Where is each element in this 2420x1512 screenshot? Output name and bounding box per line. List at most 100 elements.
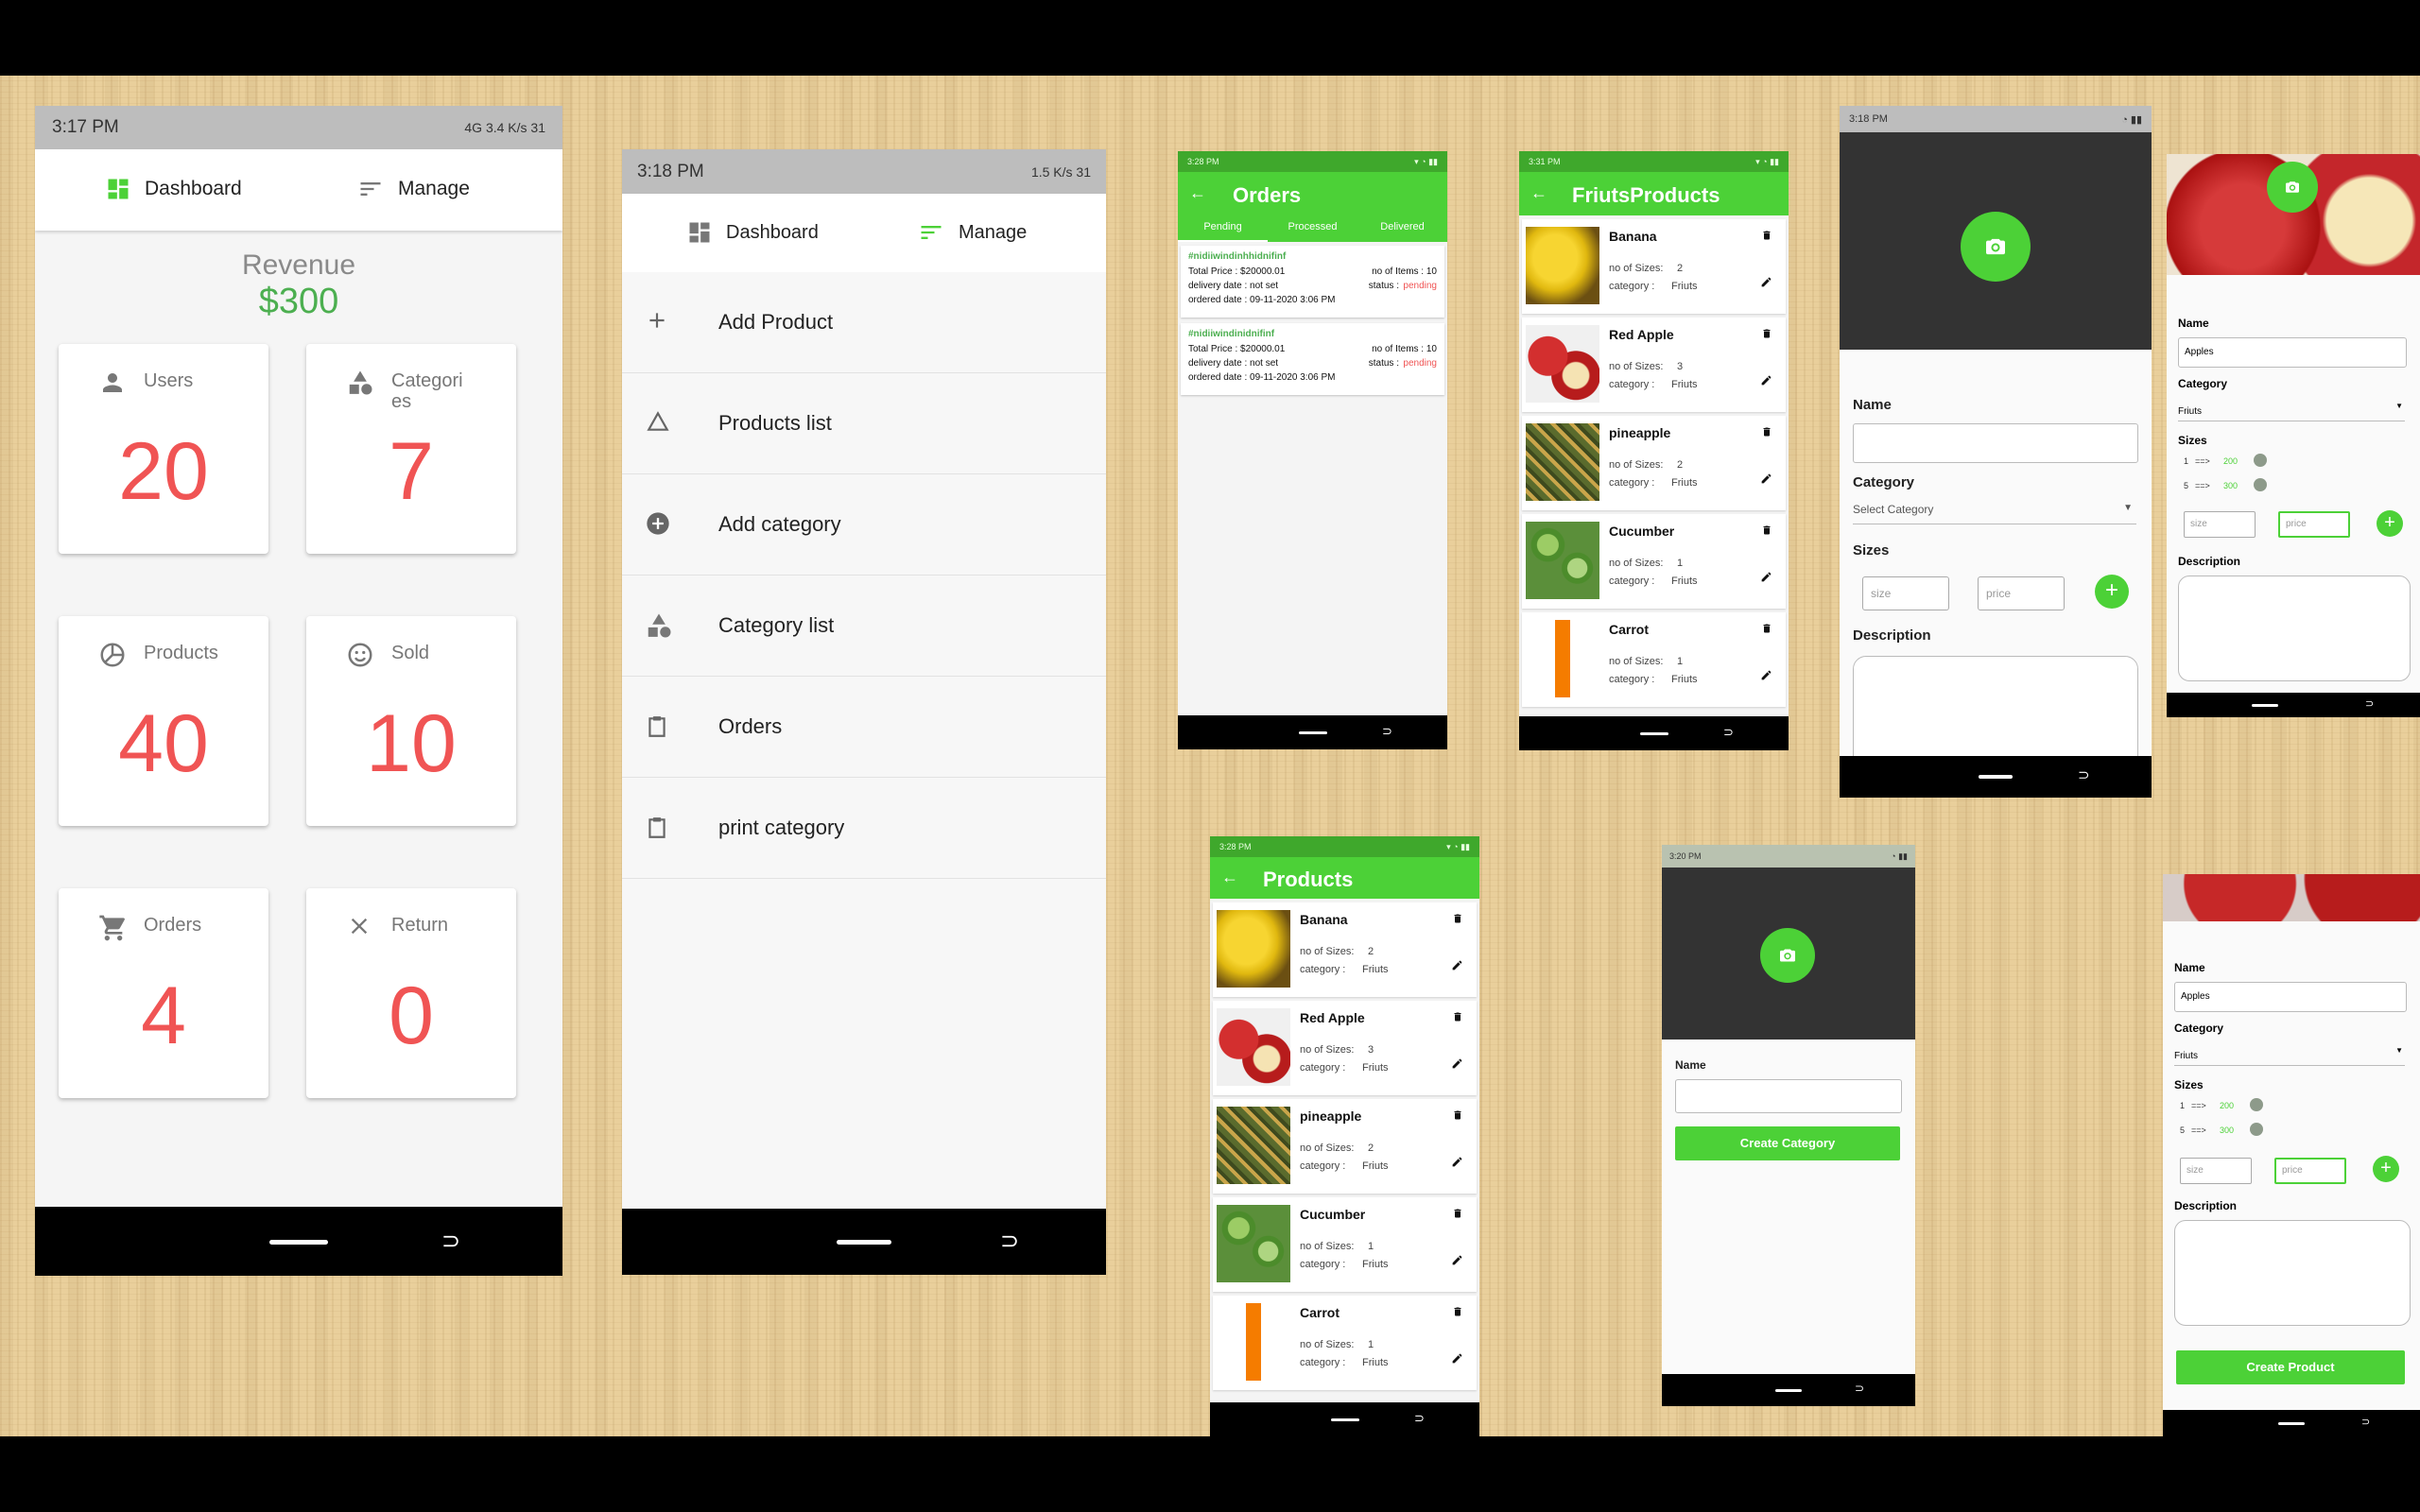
price-input[interactable]: price <box>2274 1158 2346 1184</box>
edit-icon[interactable] <box>1760 472 1772 485</box>
edit-icon[interactable] <box>1760 276 1772 288</box>
product-row[interactable]: Banana no of Sizes: 2 category : Friuts <box>1522 219 1786 314</box>
name-field[interactable]: Apples <box>2178 337 2407 368</box>
home-pill[interactable] <box>837 1240 891 1245</box>
remove-size-button[interactable] <box>2250 1123 2263 1136</box>
home-pill[interactable] <box>2278 1422 2305 1425</box>
delete-icon[interactable] <box>1761 327 1772 340</box>
back-gesture-icon[interactable]: ⊃ <box>441 1228 460 1255</box>
tab-pending[interactable]: Pending <box>1178 214 1268 242</box>
tab-processed[interactable]: Processed <box>1268 214 1357 242</box>
edit-icon[interactable] <box>1451 1254 1463 1266</box>
manage-menu-item[interactable]: Products list <box>622 373 1106 474</box>
stat-card[interactable]: Categori es 7 <box>306 344 516 554</box>
stat-card[interactable]: Return 0 <box>306 888 516 1098</box>
add-size-button[interactable]: + <box>2377 510 2403 537</box>
camera-button[interactable] <box>2267 162 2318 213</box>
delete-icon[interactable] <box>1761 229 1772 242</box>
back-arrow-icon[interactable]: ← <box>1189 183 1206 203</box>
back-arrow-icon[interactable]: ← <box>1530 183 1547 203</box>
tab-dashboard[interactable]: Dashboard <box>686 219 819 246</box>
product-row[interactable]: pineapple no of Sizes: 2 category : Friuts <box>1522 416 1786 510</box>
product-row[interactable]: Cucumber no of Sizes: 1 category : Friuts <box>1522 514 1786 609</box>
home-pill[interactable] <box>1775 1389 1802 1392</box>
remove-size-button[interactable] <box>2254 454 2267 467</box>
delete-icon[interactable] <box>1452 1207 1463 1220</box>
back-gesture-icon[interactable]: ⊃ <box>1382 724 1392 739</box>
back-gesture-icon[interactable]: ⊃ <box>1723 725 1734 740</box>
delete-icon[interactable] <box>1452 912 1463 925</box>
back-arrow-icon[interactable]: ← <box>1221 868 1238 887</box>
description-field[interactable] <box>2174 1220 2411 1326</box>
manage-menu-item[interactable]: Add Product <box>622 272 1106 373</box>
add-size-button[interactable]: + <box>2095 575 2129 609</box>
manage-menu-item[interactable]: Category list <box>622 576 1106 677</box>
home-pill[interactable] <box>2252 704 2278 707</box>
remove-size-button[interactable] <box>2254 478 2267 491</box>
description-field[interactable] <box>2178 576 2411 681</box>
delete-icon[interactable] <box>1761 425 1772 438</box>
stat-card[interactable]: Sold 10 <box>306 616 516 826</box>
delete-icon[interactable] <box>1761 622 1772 635</box>
name-field[interactable] <box>1853 423 2138 463</box>
category-select[interactable]: Select Category ▼ <box>1853 501 2136 524</box>
back-gesture-icon[interactable]: ⊃ <box>1000 1228 1019 1255</box>
manage-menu-item[interactable]: Add category <box>622 474 1106 576</box>
price-input[interactable]: price <box>1978 576 2065 610</box>
stat-card[interactable]: Users 20 <box>59 344 268 554</box>
delete-icon[interactable] <box>1452 1010 1463 1023</box>
price-input[interactable]: price <box>2278 511 2350 538</box>
home-pill[interactable] <box>1639 732 1668 735</box>
home-pill[interactable] <box>269 1239 328 1245</box>
stat-card[interactable]: Products 40 <box>59 616 268 826</box>
edit-icon[interactable] <box>1451 959 1463 971</box>
product-row[interactable]: Red Apple no of Sizes: 3 category : Friuts <box>1213 1001 1477 1095</box>
tab-dashboard[interactable]: Dashboard <box>105 176 242 202</box>
name-field[interactable] <box>1675 1079 1902 1113</box>
product-row[interactable]: Banana no of Sizes: 2 category : Friuts <box>1213 902 1477 997</box>
tab-manage[interactable]: Manage <box>917 219 1027 246</box>
delete-icon[interactable] <box>1452 1108 1463 1122</box>
camera-button[interactable] <box>1760 928 1815 983</box>
manage-menu-item[interactable]: print category <box>622 778 1106 879</box>
back-gesture-icon[interactable]: ⊃ <box>2365 697 2374 710</box>
remove-size-button[interactable] <box>2250 1098 2263 1111</box>
size-input[interactable]: size <box>2184 511 2256 538</box>
back-gesture-icon[interactable]: ⊃ <box>2361 1416 2370 1428</box>
product-row[interactable]: Carrot no of Sizes: 1 category : Friuts <box>1522 612 1786 707</box>
product-row[interactable]: pineapple no of Sizes: 2 category : Friuts <box>1213 1099 1477 1194</box>
camera-button[interactable] <box>1961 212 2031 282</box>
edit-icon[interactable] <box>1760 571 1772 583</box>
add-size-button[interactable]: + <box>2373 1156 2399 1182</box>
home-pill[interactable] <box>1298 731 1327 734</box>
delete-icon[interactable] <box>1452 1305 1463 1318</box>
manage-menu-item[interactable]: Orders <box>622 677 1106 778</box>
size-input[interactable]: size <box>1862 576 1949 610</box>
delete-icon[interactable] <box>1761 524 1772 537</box>
tab-delivered[interactable]: Delivered <box>1357 214 1447 242</box>
edit-icon[interactable] <box>1451 1156 1463 1168</box>
stat-card[interactable]: Orders 4 <box>59 888 268 1098</box>
image-picker-area[interactable] <box>1662 868 1915 1040</box>
product-row[interactable]: Carrot no of Sizes: 1 category : Friuts <box>1213 1296 1477 1390</box>
size-input[interactable]: size <box>2180 1158 2252 1184</box>
name-field[interactable]: Apples <box>2174 982 2407 1012</box>
description-field[interactable] <box>1853 656 2138 771</box>
order-card[interactable]: #nidiiwindinhhidnifinf Total Price : $200… <box>1181 246 1444 318</box>
edit-icon[interactable] <box>1451 1352 1463 1365</box>
category-select[interactable]: Friuts ▼ <box>2174 1046 2405 1066</box>
back-gesture-icon[interactable]: ⊃ <box>1855 1382 1864 1395</box>
back-gesture-icon[interactable]: ⊃ <box>2078 766 2090 783</box>
home-pill[interactable] <box>1330 1418 1359 1421</box>
edit-icon[interactable] <box>1451 1057 1463 1070</box>
order-card[interactable]: #nidiiwindinidnifinf Total Price : $20000… <box>1181 323 1444 395</box>
category-select[interactable]: Friuts ▼ <box>2178 402 2405 421</box>
home-pill[interactable] <box>1979 775 2013 779</box>
edit-icon[interactable] <box>1760 374 1772 387</box>
back-gesture-icon[interactable]: ⊃ <box>1414 1411 1425 1426</box>
edit-icon[interactable] <box>1760 669 1772 681</box>
product-row[interactable]: Cucumber no of Sizes: 1 category : Friuts <box>1213 1197 1477 1292</box>
create-product-button[interactable]: Create Product <box>2176 1350 2405 1384</box>
product-row[interactable]: Red Apple no of Sizes: 3 category : Friuts <box>1522 318 1786 412</box>
image-picker-area[interactable] <box>1840 132 2152 350</box>
